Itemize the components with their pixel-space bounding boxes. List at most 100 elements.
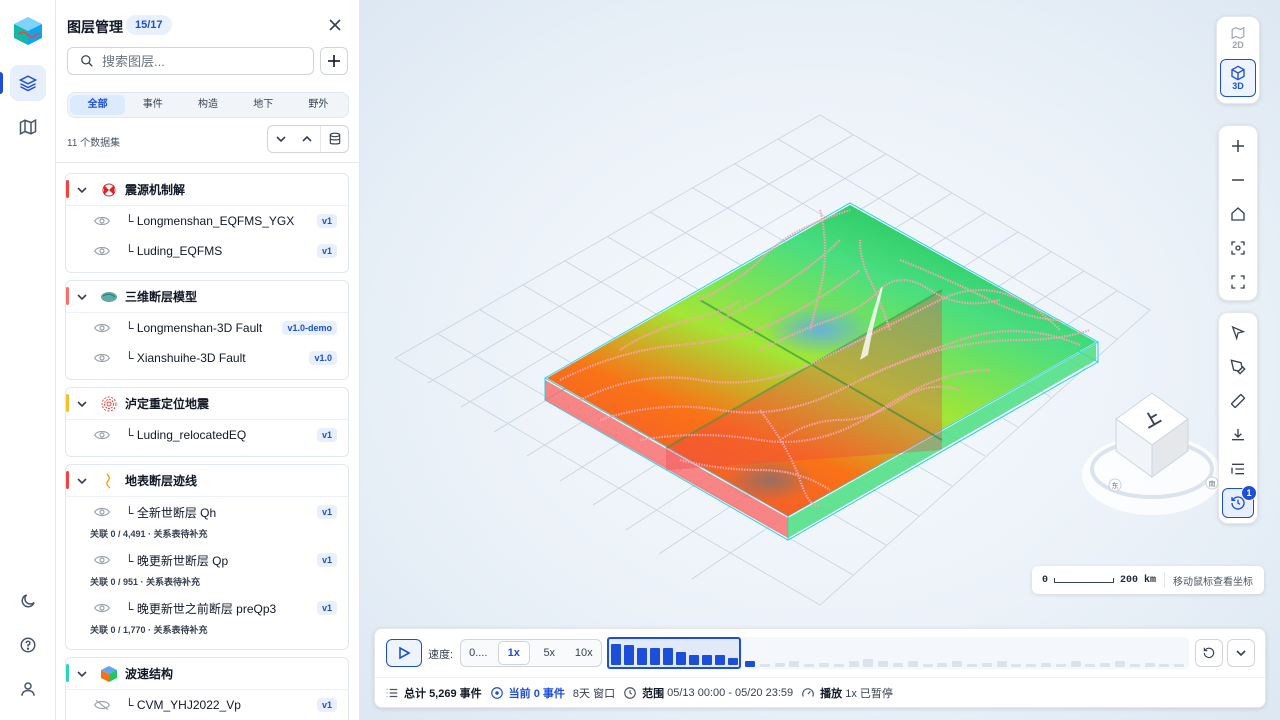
- layer-row[interactable]: └ Xianshuihe-3D Fault v1.0: [66, 343, 348, 373]
- fault-model-icon: [100, 288, 118, 306]
- visibility-eye-icon[interactable]: [94, 352, 112, 364]
- chevron-down-icon[interactable]: [76, 475, 90, 487]
- select-pointer-icon[interactable]: [1220, 316, 1256, 350]
- add-layer-button[interactable]: [320, 47, 348, 75]
- history-button[interactable]: 1: [1222, 485, 1257, 518]
- layer-row[interactable]: └ Luding_EQFMS v1: [66, 236, 348, 266]
- speed-option-10x[interactable]: 10x: [569, 642, 600, 664]
- chevron-down-icon[interactable]: [76, 398, 90, 410]
- focus-view-icon[interactable]: [1220, 231, 1256, 265]
- search-box: [67, 47, 314, 75]
- group-header[interactable]: 波速结构: [66, 658, 348, 690]
- version-badge: v1: [316, 505, 337, 519]
- close-icon[interactable]: [324, 14, 346, 36]
- layer-row[interactable]: └ Luding_relocatedEQ v1: [66, 420, 348, 450]
- visibility-eye-icon[interactable]: [94, 506, 112, 518]
- map-nav-icon[interactable]: [10, 109, 46, 145]
- view-3d-button[interactable]: 3D: [1220, 59, 1256, 97]
- visibility-eye-icon[interactable]: [94, 322, 112, 334]
- tab-events[interactable]: 事件: [125, 95, 180, 115]
- event-histogram[interactable]: [607, 637, 1189, 669]
- group-header[interactable]: 三维断层模型: [66, 281, 348, 313]
- speed-option-custom[interactable]: 0....: [463, 642, 494, 664]
- histogram-bar: [689, 655, 699, 665]
- collapse-all-icon[interactable]: [294, 126, 320, 152]
- legend-list-icon[interactable]: [1220, 452, 1256, 486]
- histogram-bar: [1055, 664, 1066, 667]
- layer-name: └ Luding_EQFMS: [125, 244, 223, 258]
- layer-count-badge: 15/17: [126, 15, 172, 35]
- range-value: 05/13 00:00 - 05/20 23:59: [667, 687, 794, 699]
- download-icon[interactable]: [1220, 418, 1256, 452]
- view-mode-toggle: 2D 3D: [1216, 16, 1260, 104]
- database-icon[interactable]: [320, 126, 348, 152]
- layer-row[interactable]: └ Longmenshan_EQFMS_YGX v1: [66, 206, 348, 236]
- visibility-eye-icon[interactable]: [94, 602, 112, 614]
- speed-gauge-icon: [801, 686, 815, 700]
- tab-subsurface[interactable]: 地下: [236, 95, 291, 115]
- tab-field[interactable]: 野外: [291, 95, 346, 115]
- visibility-eye-icon[interactable]: [94, 429, 112, 441]
- layer-row[interactable]: └ 晚更新世断层 Qp v1: [66, 545, 348, 575]
- speed-option-5x[interactable]: 5x: [534, 642, 565, 664]
- expand-all-icon[interactable]: [268, 126, 294, 152]
- fault-trace-icon: [100, 472, 118, 490]
- nav-compass[interactable]: 上 东 南: [1080, 385, 1225, 520]
- search-input[interactable]: [102, 53, 292, 69]
- group-name: 泸定重定位地震: [125, 397, 210, 411]
- layer-name: └ Longmenshan_EQFMS_YGX: [125, 214, 295, 228]
- relation-status: 关联 0 / 951 · 关系表待补充: [90, 577, 201, 587]
- tab-all[interactable]: 全部: [70, 95, 126, 115]
- zoom-in-icon[interactable]: [1220, 129, 1256, 163]
- layer-row[interactable]: └ Longmenshan-3D Fault v1.0-demo: [66, 313, 348, 343]
- measure-ruler-icon[interactable]: [1220, 384, 1256, 418]
- speed-option-1x[interactable]: 1x: [497, 641, 530, 665]
- chevron-down-icon[interactable]: [76, 668, 90, 680]
- layer-name: └ 晚更新世之前断层 preQp3: [125, 601, 277, 616]
- window-size: 8天 窗口: [572, 688, 616, 700]
- histogram-bar: [833, 664, 844, 667]
- layer-row[interactable]: └ 全新世断层 Qh v1: [66, 497, 348, 527]
- chevron-down-icon[interactable]: [76, 291, 90, 303]
- home-icon[interactable]: [1220, 197, 1256, 231]
- user-icon[interactable]: [10, 671, 46, 707]
- group-color-bar: [66, 471, 69, 489]
- dark-mode-icon[interactable]: [10, 583, 46, 619]
- reset-icon[interactable]: [1195, 639, 1223, 667]
- group-header[interactable]: 震源机制解: [66, 174, 348, 206]
- view-2d-button[interactable]: 2D: [1220, 19, 1256, 57]
- scale-bar: 0 200 km 移动鼠标查看坐标: [1032, 566, 1264, 594]
- histogram-bar: [996, 661, 1007, 667]
- draw-pen-icon[interactable]: [1220, 350, 1256, 384]
- play-button[interactable]: [386, 639, 422, 667]
- histogram-bar: [774, 663, 785, 667]
- group-name: 地表断层迹线: [125, 474, 198, 488]
- layer-row[interactable]: └ 晚更新世之前断层 preQp3 v1: [66, 593, 348, 623]
- layers-nav-icon[interactable]: [10, 65, 46, 101]
- visibility-eye-icon[interactable]: [94, 245, 112, 257]
- histogram-bar: [676, 652, 686, 665]
- 3d-scene[interactable]: [360, 0, 1280, 720]
- visibility-eye-icon[interactable]: [94, 215, 112, 227]
- group-color-bar: [66, 287, 69, 305]
- layer-row[interactable]: └ CVM_YHJ2022_Vp v1: [66, 690, 348, 720]
- relation-status: 关联 0 / 4,491 · 关系表待补充: [90, 529, 208, 539]
- range-label: 范围: [642, 688, 665, 700]
- view-2d-label: 2D: [1232, 40, 1244, 50]
- zoom-out-icon[interactable]: [1220, 163, 1256, 197]
- layer-name: └ 晚更新世断层 Qp: [125, 553, 229, 568]
- group-header[interactable]: 地表断层迹线: [66, 465, 348, 497]
- map-viewport[interactable]: 上 东 南 2D 3D 1 0 200 km 移动鼠标查看坐标: [360, 0, 1280, 720]
- visibility-off-icon[interactable]: [94, 699, 112, 711]
- histogram-bar: [624, 645, 634, 665]
- group-header[interactable]: 泸定重定位地震: [66, 388, 348, 420]
- histogram-bar: [893, 663, 903, 667]
- tab-structure[interactable]: 构造: [180, 95, 235, 115]
- histogram-bar: [702, 655, 712, 665]
- help-icon[interactable]: [10, 627, 46, 663]
- fullscreen-icon[interactable]: [1220, 265, 1256, 299]
- play-state: 1x 已暂停: [845, 688, 893, 700]
- visibility-eye-icon[interactable]: [94, 554, 112, 566]
- chevron-down-icon[interactable]: [1227, 639, 1255, 667]
- chevron-down-icon[interactable]: [76, 184, 90, 196]
